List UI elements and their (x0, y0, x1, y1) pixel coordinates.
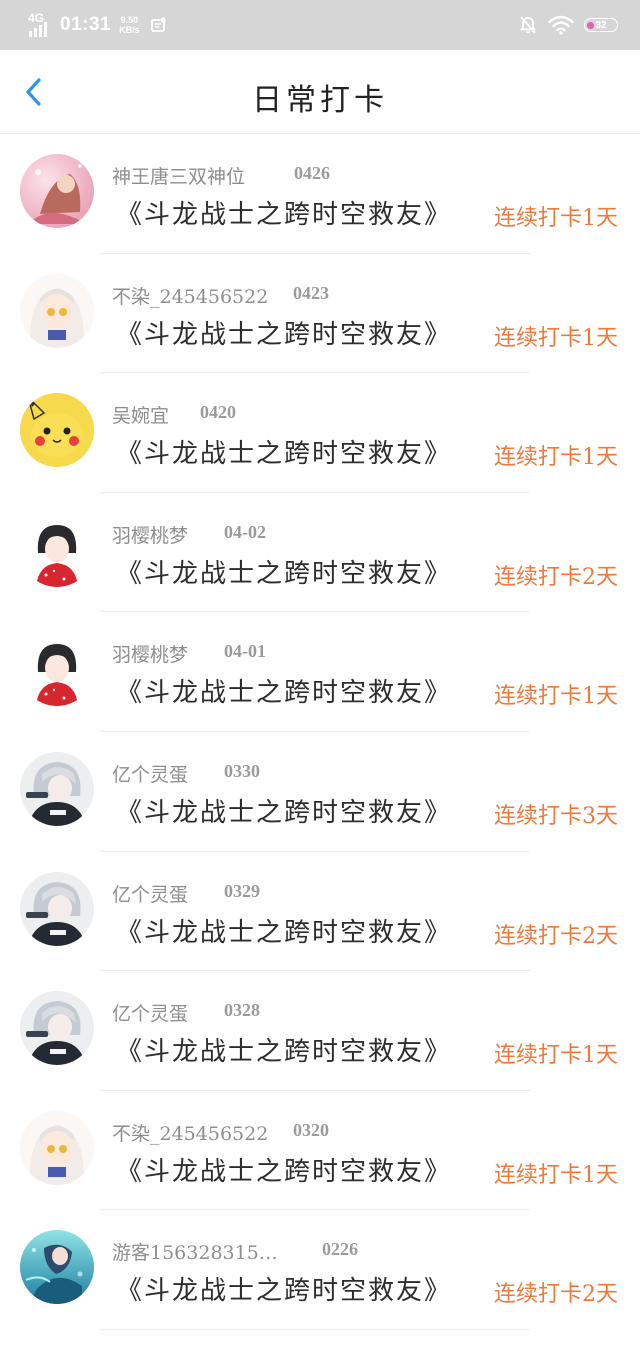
book-title: 《斗龙战士之跨时空救友》 (116, 678, 453, 709)
streak-label: 连续打卡1天 (494, 206, 618, 231)
checkin-date: 04-02 (224, 521, 266, 542)
avatar[interactable] (20, 1230, 94, 1305)
streak-label: 连续打卡1天 (494, 445, 618, 471)
status-right: 32 (518, 12, 618, 38)
header: 日常打卡 (0, 50, 640, 134)
list-item[interactable]: 游客156328315… 0226 《斗龙战士之跨时空救友》 连续打卡2天 (0, 1210, 640, 1330)
checkin-date: 0420 (200, 402, 236, 423)
streak-label: 连续打卡1天 (494, 1043, 618, 1069)
avatar[interactable] (20, 991, 94, 1066)
status-time: 01:31 (60, 14, 112, 35)
book-title: 《斗龙战士之跨时空救友》 (116, 1037, 453, 1068)
list-item[interactable]: 羽樱桃梦 04-01 《斗龙战士之跨时空救友》 连续打卡1天 (0, 612, 640, 732)
streak-label: 连续打卡1天 (494, 1162, 618, 1188)
status-bar: 4G 01:31 9.50 KB/s 32 (0, 0, 640, 50)
checkin-list: 神王唐三双神位 0426 《斗龙战士之跨时空救友》 连续打卡1天 不染_24545652… (0, 134, 640, 1330)
wifi-icon (548, 15, 574, 35)
speed-unit: KB/s (119, 25, 140, 35)
avatar[interactable] (20, 512, 94, 587)
avatar[interactable] (20, 871, 94, 946)
list-item[interactable]: 神王唐三双神位 0426 《斗龙战士之跨时空救友》 连续打卡1天 (0, 134, 640, 254)
mute-bell-icon (519, 16, 537, 34)
speed-value: 9.50 (120, 15, 139, 25)
user-name[interactable]: 吴婉宜 (112, 401, 169, 428)
user-name[interactable]: 亿个灵蛋 (112, 999, 188, 1026)
network-speed: 9.50 KB/s (119, 15, 140, 35)
avatar[interactable] (20, 751, 94, 826)
avatar[interactable] (20, 1110, 94, 1185)
user-name[interactable]: 不染_245456522 (112, 1119, 268, 1146)
checkin-date: 0330 (224, 760, 260, 781)
book-title: 《斗龙战士之跨时空救友》 (116, 917, 453, 948)
streak-label: 连续打卡2天 (494, 1282, 618, 1308)
book-title: 《斗龙战士之跨时空救友》 (116, 319, 453, 350)
streak-label: 连续打卡2天 (494, 564, 618, 590)
user-name[interactable]: 羽樱桃梦 (112, 640, 188, 667)
streak-label: 连续打卡2天 (494, 923, 618, 949)
book-title: 《斗龙战士之跨时空救友》 (116, 558, 453, 589)
book-title: 《斗龙战士之跨时空救友》 (116, 1276, 453, 1307)
status-left: 4G 01:31 9.50 KB/s (28, 10, 166, 40)
book-title: 《斗龙战士之跨时空救友》 (116, 439, 453, 470)
battery-icon: 32 (584, 18, 618, 32)
streak-label: 连续打卡1天 (494, 684, 618, 710)
user-name[interactable]: 羽樱桃梦 (112, 521, 188, 548)
list-item[interactable]: 亿个灵蛋 0330 《斗龙战士之跨时空救友》 连续打卡3天 (0, 732, 640, 852)
book-title: 《斗龙战士之跨时空救友》 (116, 1156, 453, 1187)
notification-badge-icon (150, 17, 166, 32)
checkin-date: 0423 (293, 282, 329, 303)
user-name[interactable]: 亿个灵蛋 (112, 880, 188, 907)
divider (100, 1328, 530, 1330)
book-title: 《斗龙战士之跨时空救友》 (116, 200, 453, 230)
user-name[interactable]: 不染_245456522 (112, 282, 268, 309)
streak-label: 连续打卡1天 (494, 325, 618, 351)
avatar[interactable] (20, 632, 94, 707)
checkin-date: 0426 (294, 163, 330, 183)
streak-label: 连续打卡3天 (494, 803, 618, 829)
list-item[interactable]: 亿个灵蛋 0329 《斗龙战士之跨时空救友》 连续打卡2天 (0, 852, 640, 972)
battery-heart-icon (587, 21, 594, 29)
avatar[interactable] (20, 393, 94, 468)
user-name[interactable]: 神王唐三双神位 (112, 162, 245, 189)
page-title: 日常打卡 (252, 83, 388, 118)
checkin-date: 04-01 (224, 641, 266, 662)
list-item[interactable]: 亿个灵蛋 0328 《斗龙战士之跨时空救友》 连续打卡1天 (0, 971, 640, 1091)
list-item[interactable]: 不染_245456522 0320 《斗龙战士之跨时空救友》 连续打卡1天 (0, 1091, 640, 1211)
list-item[interactable]: 不染_245456522 0423 《斗龙战士之跨时空救友》 连续打卡1天 (0, 254, 640, 374)
user-name[interactable]: 游客156328315… (112, 1238, 278, 1265)
signal-icon: 4G (28, 11, 54, 37)
book-title: 《斗龙战士之跨时空救友》 (116, 797, 453, 828)
checkin-date: 0320 (293, 1119, 329, 1140)
checkin-date: 0328 (224, 1000, 260, 1021)
list-item[interactable]: 吴婉宜 0420 《斗龙战士之跨时空救友》 连续打卡1天 (0, 373, 640, 493)
user-name[interactable]: 亿个灵蛋 (112, 760, 188, 787)
battery-level: 32 (595, 19, 607, 31)
checkin-date: 0226 (322, 1239, 358, 1260)
avatar[interactable] (20, 154, 94, 228)
checkin-date: 0329 (224, 880, 260, 901)
avatar[interactable] (20, 273, 94, 348)
list-item[interactable]: 羽樱桃梦 04-02 《斗龙战士之跨时空救友》 连续打卡2天 (0, 493, 640, 613)
